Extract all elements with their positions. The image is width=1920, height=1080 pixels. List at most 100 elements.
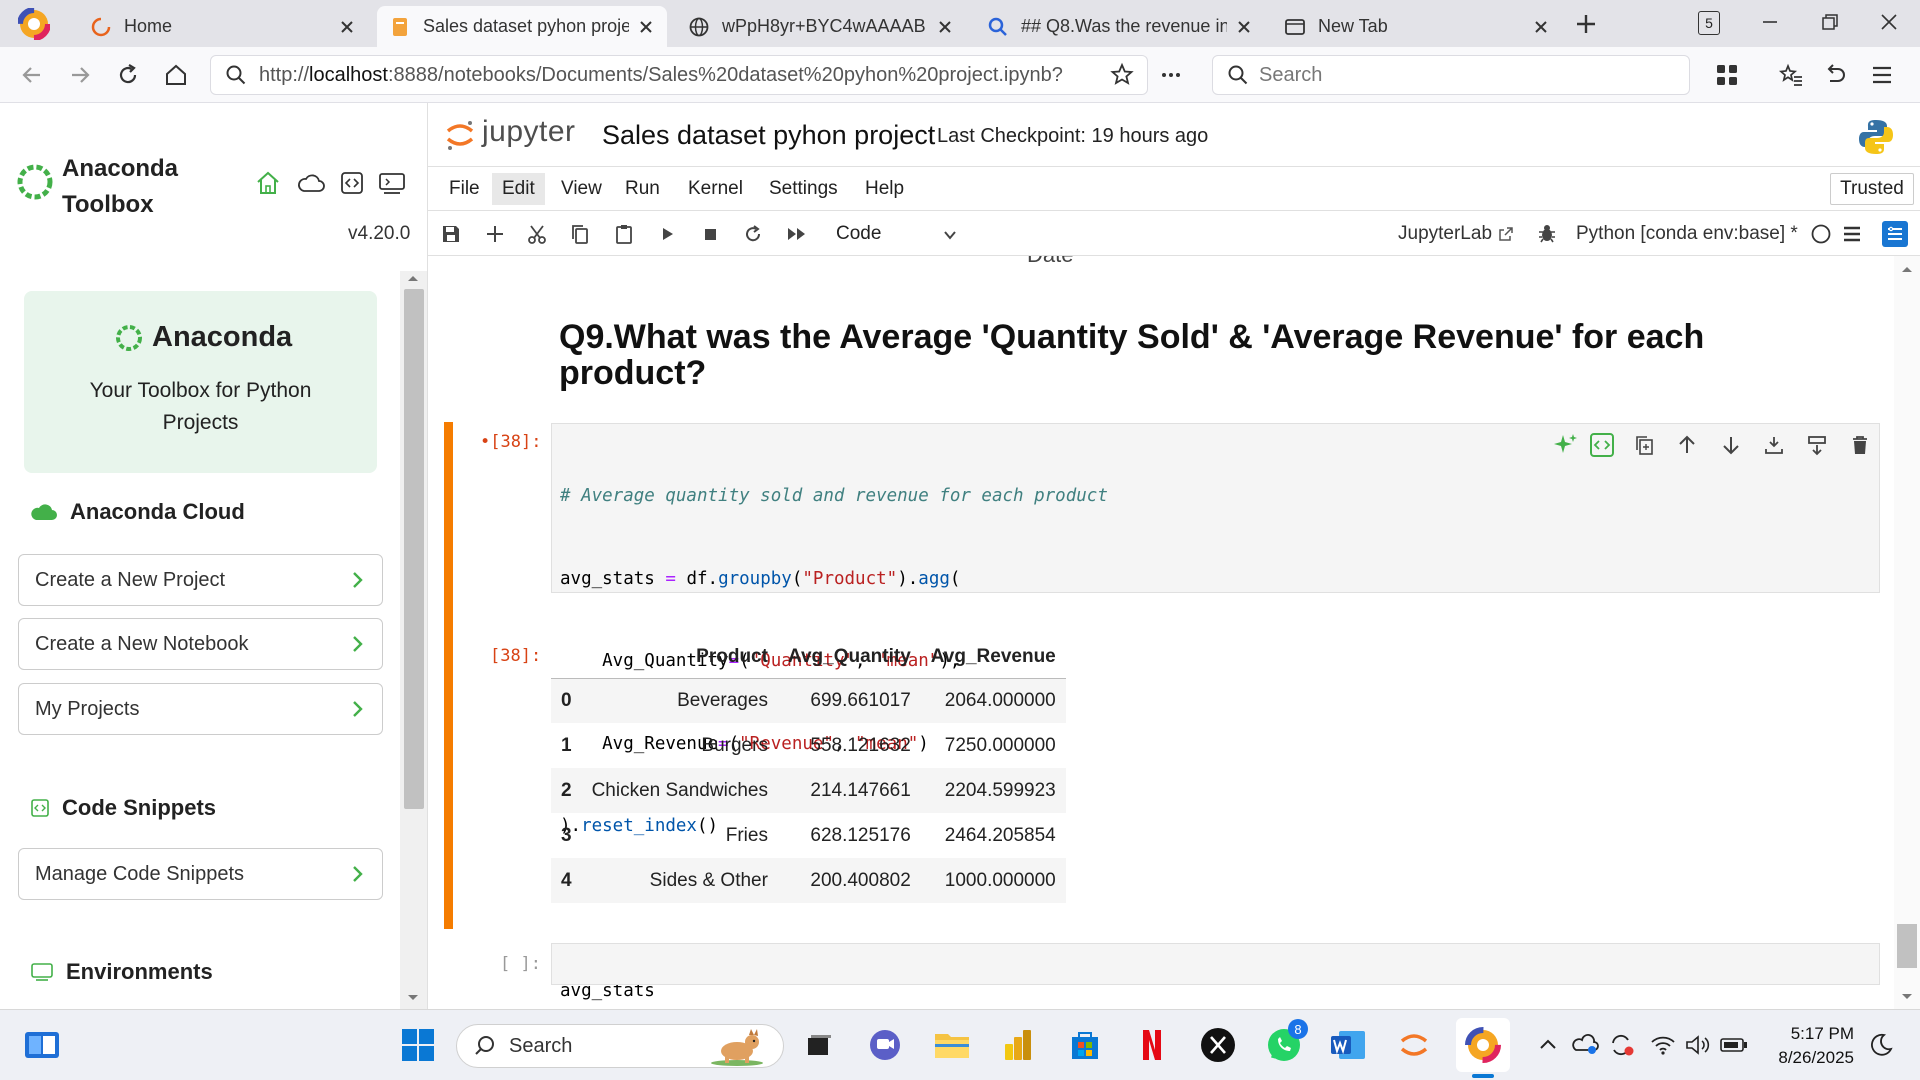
my-projects-button[interactable]: My Projects xyxy=(18,683,383,735)
home-icon[interactable] xyxy=(254,169,282,197)
menu-run[interactable]: Run xyxy=(615,173,670,205)
favorites-icon[interactable] xyxy=(1775,59,1807,91)
sync-icon[interactable] xyxy=(1608,1032,1636,1058)
run-all-icon[interactable] xyxy=(784,221,810,247)
close-window-button[interactable] xyxy=(1877,10,1901,34)
microsoft-store-icon[interactable] xyxy=(1063,1023,1107,1067)
jupyter-taskbar-icon[interactable] xyxy=(1392,1023,1436,1067)
cut-icon[interactable] xyxy=(524,221,550,247)
minimize-button[interactable] xyxy=(1758,10,1782,34)
forward-button[interactable] xyxy=(64,59,96,91)
delete-cell-icon[interactable] xyxy=(1849,434,1871,456)
duplicate-cell-icon[interactable] xyxy=(1633,434,1655,456)
browser-taskbar-icon[interactable] xyxy=(1461,1023,1505,1067)
bookmark-star-icon[interactable] xyxy=(1106,59,1138,91)
notebook-title[interactable]: Sales dataset pyhon project xyxy=(602,120,935,151)
menu-edit[interactable]: Edit xyxy=(492,173,545,205)
panel-scrollbar-thumb[interactable] xyxy=(404,289,424,809)
home-button[interactable] xyxy=(160,59,192,91)
chevron-up-icon[interactable] xyxy=(1538,1036,1558,1052)
close-icon[interactable] xyxy=(936,18,954,36)
restart-icon[interactable] xyxy=(740,221,766,247)
notifications-moon-icon[interactable] xyxy=(1868,1032,1894,1058)
trusted-badge[interactable]: Trusted xyxy=(1830,173,1914,205)
notebook-scrollbar-thumb[interactable] xyxy=(1897,924,1917,968)
browser-logo-icon[interactable] xyxy=(18,8,50,40)
notebook-body[interactable]: Date Q9.What was the Average 'Quantity S… xyxy=(428,256,1920,1009)
widgets-icon[interactable] xyxy=(20,1023,64,1067)
file-explorer-icon[interactable] xyxy=(930,1023,974,1067)
notebook-scrollbar[interactable] xyxy=(1894,256,1920,1009)
property-inspector-icon[interactable] xyxy=(1882,221,1908,247)
ai-sparkle-icon[interactable] xyxy=(1553,432,1579,458)
restore-button[interactable] xyxy=(1818,10,1842,34)
browser-tab-newtab[interactable]: New Tab xyxy=(1272,6,1562,47)
create-project-button[interactable]: Create a New Project xyxy=(18,554,383,606)
empty-code-cell[interactable] xyxy=(551,943,1880,985)
toc-list-icon[interactable] xyxy=(1841,223,1863,245)
code-snippet-icon[interactable] xyxy=(340,171,364,195)
volume-icon[interactable] xyxy=(1684,1034,1712,1056)
menu-kernel[interactable]: Kernel xyxy=(678,173,753,205)
close-icon[interactable] xyxy=(338,18,356,36)
reload-button[interactable] xyxy=(112,59,144,91)
wifi-icon[interactable] xyxy=(1650,1034,1676,1056)
move-down-icon[interactable] xyxy=(1720,434,1742,456)
copy-icon[interactable] xyxy=(567,221,593,247)
extensions-grid-icon[interactable] xyxy=(1711,59,1743,91)
browser-search-bar[interactable]: Search xyxy=(1212,55,1690,95)
close-icon[interactable] xyxy=(637,18,655,36)
menu-icon[interactable] xyxy=(1866,59,1898,91)
create-notebook-button[interactable]: Create a New Notebook xyxy=(18,618,383,670)
browser-tab-search[interactable]: ## Q8.Was the revenue in xyxy=(975,6,1265,47)
close-icon[interactable] xyxy=(1532,18,1550,36)
scroll-down-icon[interactable] xyxy=(406,993,420,1003)
scroll-down-icon[interactable] xyxy=(1900,992,1914,1002)
clock[interactable]: 5:17 PM 8/26/2025 xyxy=(1768,1022,1854,1070)
menu-help[interactable]: Help xyxy=(855,173,914,205)
cell-type-select[interactable]: Code xyxy=(836,219,976,249)
new-tab-button[interactable] xyxy=(1572,10,1600,38)
taskbar-search[interactable]: Search xyxy=(456,1024,784,1068)
environment-icon[interactable] xyxy=(378,171,406,195)
move-up-icon[interactable] xyxy=(1676,434,1698,456)
debugger-bug-icon[interactable] xyxy=(1536,222,1558,244)
back-button[interactable] xyxy=(16,59,48,91)
save-icon[interactable] xyxy=(438,221,464,247)
netflix-icon[interactable] xyxy=(1130,1023,1174,1067)
chat-app-icon[interactable] xyxy=(863,1023,907,1067)
word-icon[interactable] xyxy=(1326,1023,1370,1067)
undo-close-tab-icon[interactable] xyxy=(1819,59,1851,91)
cloud-icon[interactable] xyxy=(296,169,326,197)
add-cell-icon[interactable] xyxy=(482,221,508,247)
battery-icon[interactable] xyxy=(1720,1037,1748,1053)
address-bar[interactable]: http://localhost:8888/notebooks/Document… xyxy=(210,55,1148,95)
jupyterlab-link[interactable]: JupyterLab xyxy=(1398,223,1514,245)
manage-snippets-button[interactable]: Manage Code Snippets xyxy=(18,848,383,900)
x-twitter-icon[interactable] xyxy=(1196,1023,1240,1067)
onedrive-icon[interactable] xyxy=(1570,1032,1600,1056)
code-snippet-icon[interactable] xyxy=(1589,432,1615,458)
power-bi-icon[interactable] xyxy=(996,1023,1040,1067)
menu-settings[interactable]: Settings xyxy=(759,173,848,205)
paste-icon[interactable] xyxy=(611,221,637,247)
scroll-up-icon[interactable] xyxy=(1900,264,1914,274)
browser-tab-image[interactable]: wPpH8yr+BYC4wAAAAB xyxy=(676,6,966,47)
browser-tab-home[interactable]: Home xyxy=(78,6,368,47)
scroll-up-icon[interactable] xyxy=(406,273,420,283)
start-windows-icon[interactable] xyxy=(396,1023,440,1067)
whatsapp-icon[interactable]: 8 xyxy=(1262,1019,1308,1067)
close-icon[interactable] xyxy=(1235,18,1253,36)
menu-view[interactable]: View xyxy=(551,173,612,205)
menu-file[interactable]: File xyxy=(439,173,490,205)
more-options-icon[interactable] xyxy=(1155,59,1187,91)
tab-count-button[interactable]: 5 xyxy=(1698,11,1720,35)
jupyter-logo-icon[interactable] xyxy=(445,117,475,153)
stop-icon[interactable] xyxy=(697,221,723,247)
kernel-name[interactable]: Python [conda env:base] * xyxy=(1576,223,1798,245)
insert-below-icon[interactable] xyxy=(1763,434,1785,456)
browser-tab-notebook[interactable]: Sales dataset pyhon proje xyxy=(377,6,667,47)
code-cell[interactable]: # Average quantity sold and revenue for … xyxy=(551,423,1880,1001)
run-icon[interactable] xyxy=(654,221,680,247)
task-view-icon[interactable] xyxy=(796,1023,840,1067)
